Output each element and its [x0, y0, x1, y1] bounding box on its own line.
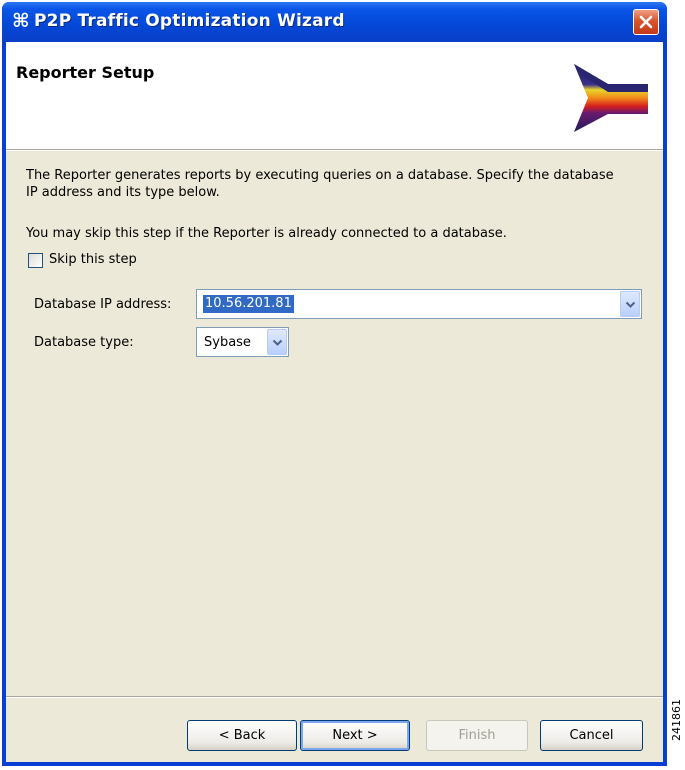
database-ip-combobox[interactable]: 10.56.201.81 [196, 289, 642, 319]
window-title: P2P Traffic Optimization Wizard [34, 11, 345, 31]
next-button[interactable]: Next > [300, 720, 410, 751]
dialog-client: Reporter Setup The Reporter generates re… [6, 42, 663, 762]
skip-hint-text: You may skip this step if the Reporter i… [26, 226, 507, 241]
back-button[interactable]: < Back [187, 720, 297, 751]
chevron-down-icon [272, 339, 283, 346]
title-bar[interactable]: ⌘ P2P Traffic Optimization Wizard [2, 2, 667, 42]
description-text: The Reporter generates reports by execut… [26, 168, 614, 200]
header-divider [6, 149, 663, 151]
database-ip-value[interactable]: 10.56.201.81 [203, 295, 294, 313]
skip-step-label[interactable]: Skip this step [49, 252, 137, 267]
database-type-value[interactable]: Sybase [204, 334, 251, 351]
database-type-select[interactable]: Sybase [196, 327, 289, 357]
wizard-header: Reporter Setup [6, 42, 663, 149]
database-ip-label: Database IP address: [34, 297, 172, 312]
wizard-banner-icon [574, 64, 648, 132]
app-icon: ⌘ [12, 10, 30, 32]
close-button[interactable] [633, 9, 659, 35]
skip-step-checkbox[interactable] [28, 253, 43, 268]
database-ip-dropdown-button[interactable] [620, 291, 640, 317]
database-type-label: Database type: [34, 335, 134, 350]
page-title: Reporter Setup [16, 63, 155, 82]
wizard-window: ⌘ P2P Traffic Optimization Wizard Report… [2, 2, 667, 766]
figure-id: 241861 [670, 699, 683, 741]
close-icon [639, 15, 653, 29]
chevron-down-icon [625, 301, 636, 308]
finish-button[interactable]: Finish [426, 720, 528, 751]
footer-divider [6, 696, 663, 698]
database-type-dropdown-button[interactable] [267, 329, 287, 355]
cancel-button[interactable]: Cancel [540, 720, 643, 751]
